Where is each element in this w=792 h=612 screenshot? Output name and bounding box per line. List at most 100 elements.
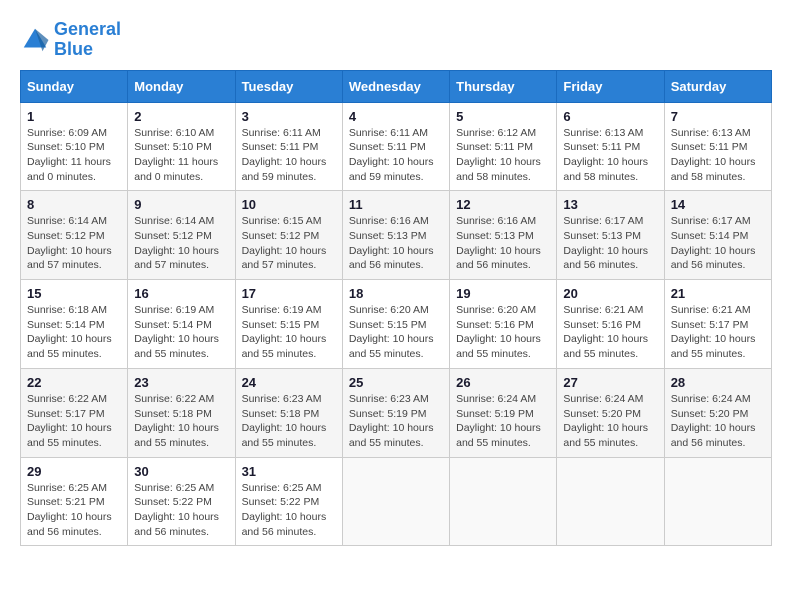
day-number: 2	[134, 109, 228, 124]
calendar-cell: 26 Sunrise: 6:24 AMSunset: 5:19 PMDayligh…	[450, 368, 557, 457]
day-info: Sunrise: 6:18 AMSunset: 5:14 PMDaylight:…	[27, 303, 121, 362]
calendar-header-thursday: Thursday	[450, 70, 557, 102]
logo-icon	[20, 25, 50, 55]
day-info: Sunrise: 6:24 AMSunset: 5:20 PMDaylight:…	[671, 392, 765, 451]
day-number: 13	[563, 197, 657, 212]
day-number: 18	[349, 286, 443, 301]
day-info: Sunrise: 6:23 AMSunset: 5:18 PMDaylight:…	[242, 392, 336, 451]
day-number: 3	[242, 109, 336, 124]
day-number: 14	[671, 197, 765, 212]
day-number: 4	[349, 109, 443, 124]
day-info: Sunrise: 6:11 AMSunset: 5:11 PMDaylight:…	[242, 126, 336, 185]
day-number: 31	[242, 464, 336, 479]
calendar-cell: 4 Sunrise: 6:11 AMSunset: 5:11 PMDaylight…	[342, 102, 449, 191]
day-info: Sunrise: 6:25 AMSunset: 5:22 PMDaylight:…	[242, 481, 336, 540]
calendar-cell: 21Sunrise: 6:21 AMSunset: 5:17 PMDayligh…	[664, 280, 771, 369]
day-info: Sunrise: 6:16 AMSunset: 5:13 PMDaylight:…	[349, 214, 443, 273]
calendar-cell: 15 Sunrise: 6:18 AMSunset: 5:14 PMDayligh…	[21, 280, 128, 369]
calendar-cell: 24 Sunrise: 6:23 AMSunset: 5:18 PMDayligh…	[235, 368, 342, 457]
calendar-header-monday: Monday	[128, 70, 235, 102]
day-number: 27	[563, 375, 657, 390]
calendar-table: SundayMondayTuesdayWednesdayThursdayFrid…	[20, 70, 772, 547]
day-info: Sunrise: 6:12 AMSunset: 5:11 PMDaylight:…	[456, 126, 550, 185]
calendar-cell: 28 Sunrise: 6:24 AMSunset: 5:20 PMDayligh…	[664, 368, 771, 457]
logo: General Blue	[20, 20, 121, 60]
day-info: Sunrise: 6:13 AMSunset: 5:11 PMDaylight:…	[563, 126, 657, 185]
calendar-cell: 23 Sunrise: 6:22 AMSunset: 5:18 PMDayligh…	[128, 368, 235, 457]
calendar-cell: 29Sunrise: 6:25 AMSunset: 5:21 PMDayligh…	[21, 457, 128, 546]
day-number: 16	[134, 286, 228, 301]
day-info: Sunrise: 6:15 AMSunset: 5:12 PMDaylight:…	[242, 214, 336, 273]
day-info: Sunrise: 6:17 AMSunset: 5:14 PMDaylight:…	[671, 214, 765, 273]
day-number: 7	[671, 109, 765, 124]
day-number: 30	[134, 464, 228, 479]
calendar-cell: 13 Sunrise: 6:17 AMSunset: 5:13 PMDayligh…	[557, 191, 664, 280]
calendar-cell	[557, 457, 664, 546]
day-number: 25	[349, 375, 443, 390]
day-info: Sunrise: 6:09 AMSunset: 5:10 PMDaylight:…	[27, 126, 121, 185]
day-number: 6	[563, 109, 657, 124]
day-info: Sunrise: 6:24 AMSunset: 5:19 PMDaylight:…	[456, 392, 550, 451]
logo-text: General Blue	[54, 20, 121, 60]
calendar-cell: 16 Sunrise: 6:19 AMSunset: 5:14 PMDayligh…	[128, 280, 235, 369]
day-number: 21	[671, 286, 765, 301]
day-info: Sunrise: 6:14 AMSunset: 5:12 PMDaylight:…	[27, 214, 121, 273]
calendar-cell: 8Sunrise: 6:14 AMSunset: 5:12 PMDaylight…	[21, 191, 128, 280]
calendar-cell: 22 Sunrise: 6:22 AMSunset: 5:17 PMDayligh…	[21, 368, 128, 457]
calendar-cell: 12Sunrise: 6:16 AMSunset: 5:13 PMDayligh…	[450, 191, 557, 280]
calendar-header-row: SundayMondayTuesdayWednesdayThursdayFrid…	[21, 70, 772, 102]
calendar-cell: 3 Sunrise: 6:11 AMSunset: 5:11 PMDaylight…	[235, 102, 342, 191]
calendar-week-1: 1 Sunrise: 6:09 AMSunset: 5:10 PMDaylight…	[21, 102, 772, 191]
day-info: Sunrise: 6:20 AMSunset: 5:15 PMDaylight:…	[349, 303, 443, 362]
day-number: 12	[456, 197, 550, 212]
day-number: 22	[27, 375, 121, 390]
calendar-cell: 19Sunrise: 6:20 AMSunset: 5:16 PMDayligh…	[450, 280, 557, 369]
calendar-week-5: 29Sunrise: 6:25 AMSunset: 5:21 PMDayligh…	[21, 457, 772, 546]
calendar-cell: 30Sunrise: 6:25 AMSunset: 5:22 PMDayligh…	[128, 457, 235, 546]
calendar-body: 1 Sunrise: 6:09 AMSunset: 5:10 PMDaylight…	[21, 102, 772, 546]
day-info: Sunrise: 6:19 AMSunset: 5:14 PMDaylight:…	[134, 303, 228, 362]
header: General Blue	[20, 20, 772, 60]
day-info: Sunrise: 6:17 AMSunset: 5:13 PMDaylight:…	[563, 214, 657, 273]
day-info: Sunrise: 6:21 AMSunset: 5:16 PMDaylight:…	[563, 303, 657, 362]
day-info: Sunrise: 6:22 AMSunset: 5:17 PMDaylight:…	[27, 392, 121, 451]
calendar-cell: 14 Sunrise: 6:17 AMSunset: 5:14 PMDayligh…	[664, 191, 771, 280]
day-number: 23	[134, 375, 228, 390]
day-info: Sunrise: 6:22 AMSunset: 5:18 PMDaylight:…	[134, 392, 228, 451]
day-number: 29	[27, 464, 121, 479]
calendar-cell: 17 Sunrise: 6:19 AMSunset: 5:15 PMDayligh…	[235, 280, 342, 369]
day-number: 5	[456, 109, 550, 124]
day-number: 15	[27, 286, 121, 301]
day-info: Sunrise: 6:10 AMSunset: 5:10 PMDaylight:…	[134, 126, 228, 185]
day-info: Sunrise: 6:13 AMSunset: 5:11 PMDaylight:…	[671, 126, 765, 185]
day-number: 17	[242, 286, 336, 301]
calendar-cell: 6 Sunrise: 6:13 AMSunset: 5:11 PMDaylight…	[557, 102, 664, 191]
day-number: 11	[349, 197, 443, 212]
calendar-cell: 20 Sunrise: 6:21 AMSunset: 5:16 PMDayligh…	[557, 280, 664, 369]
calendar-cell: 10 Sunrise: 6:15 AMSunset: 5:12 PMDayligh…	[235, 191, 342, 280]
day-info: Sunrise: 6:11 AMSunset: 5:11 PMDaylight:…	[349, 126, 443, 185]
calendar-cell: 27 Sunrise: 6:24 AMSunset: 5:20 PMDayligh…	[557, 368, 664, 457]
calendar-cell: 5 Sunrise: 6:12 AMSunset: 5:11 PMDaylight…	[450, 102, 557, 191]
day-number: 24	[242, 375, 336, 390]
calendar-cell: 2 Sunrise: 6:10 AMSunset: 5:10 PMDaylight…	[128, 102, 235, 191]
calendar-cell	[342, 457, 449, 546]
day-info: Sunrise: 6:24 AMSunset: 5:20 PMDaylight:…	[563, 392, 657, 451]
calendar-header-saturday: Saturday	[664, 70, 771, 102]
day-info: Sunrise: 6:19 AMSunset: 5:15 PMDaylight:…	[242, 303, 336, 362]
day-info: Sunrise: 6:23 AMSunset: 5:19 PMDaylight:…	[349, 392, 443, 451]
day-number: 1	[27, 109, 121, 124]
day-number: 28	[671, 375, 765, 390]
calendar-header-friday: Friday	[557, 70, 664, 102]
calendar-cell	[450, 457, 557, 546]
day-number: 20	[563, 286, 657, 301]
day-info: Sunrise: 6:14 AMSunset: 5:12 PMDaylight:…	[134, 214, 228, 273]
calendar-cell	[664, 457, 771, 546]
day-number: 9	[134, 197, 228, 212]
calendar-cell: 31 Sunrise: 6:25 AMSunset: 5:22 PMDayligh…	[235, 457, 342, 546]
calendar-header-tuesday: Tuesday	[235, 70, 342, 102]
calendar-week-2: 8Sunrise: 6:14 AMSunset: 5:12 PMDaylight…	[21, 191, 772, 280]
day-number: 10	[242, 197, 336, 212]
calendar-cell: 18 Sunrise: 6:20 AMSunset: 5:15 PMDayligh…	[342, 280, 449, 369]
day-number: 26	[456, 375, 550, 390]
